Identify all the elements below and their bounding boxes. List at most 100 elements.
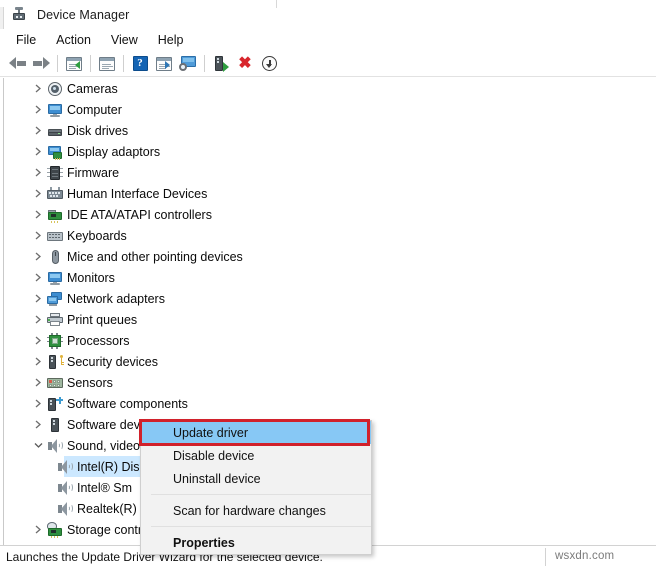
status-bar-divider [545,548,546,566]
chevron-right-icon[interactable] [30,336,46,345]
tree-node-computer[interactable]: Computer [4,99,653,120]
tree-node-monitors[interactable]: Monitors [4,267,653,288]
toolbar: ? ✖ [0,51,656,77]
device-manager-icon [11,6,28,23]
chevron-right-icon[interactable] [30,399,46,408]
chevron-right-icon[interactable] [30,525,46,534]
tree-node-firmware[interactable]: Firmware [4,162,653,183]
back-button[interactable] [5,53,29,75]
context-menu-item-uninstall-device[interactable]: Uninstall device [141,467,371,490]
tree-node-label: Sensors [67,375,113,390]
forward-button[interactable] [29,53,53,75]
tree-node-human-interface-devices[interactable]: Human Interface Devices [4,183,653,204]
tree-node-sensors[interactable]: Sensors [4,372,653,393]
chevron-right-icon[interactable] [30,105,46,114]
chevron-right-icon[interactable] [30,126,46,135]
chevron-right-icon[interactable] [30,210,46,219]
download-circle-icon [261,56,277,71]
chevron-right-icon[interactable] [30,378,46,387]
tree-node-label: Computer [67,102,122,117]
tree-node-label: IDE ATA/ATAPI controllers [67,207,212,222]
context-menu-item-label: Update driver [173,425,249,440]
processor-icon [46,332,64,349]
tree-node-label: Cameras [67,81,118,96]
chevron-right-icon[interactable] [30,84,46,93]
chevron-right-icon[interactable] [30,189,46,198]
tree-node-security-devices[interactable]: Security devices [4,351,653,372]
sensor-icon [46,375,64,391]
context-menu-item-properties[interactable]: Properties [141,531,371,554]
chevron-right-icon[interactable] [30,315,46,324]
tree-node-disk-drives[interactable]: Disk drives [4,120,653,141]
context-menu-item-scan-for-hardware-changes[interactable]: Scan for hardware changes [141,499,371,522]
tree-node-ide-ata-atapi-controllers[interactable]: IDE ATA/ATAPI controllers [4,204,653,225]
tree-node-label: Disk drives [67,123,129,138]
menu-help[interactable]: Help [148,31,194,50]
disk-drive-icon [46,123,64,139]
ide-controller-icon [46,207,64,223]
uninstall-device-button[interactable]: ✖ [233,53,257,75]
tree-node-processors[interactable]: Processors [4,330,653,351]
tree-node-cameras[interactable]: Cameras [4,78,653,99]
software-component-icon [46,396,64,412]
tree-node-label: Intel® Sm [77,480,133,495]
chevron-right-icon[interactable] [30,420,46,429]
chevron-right-icon[interactable] [30,273,46,282]
context-menu-item-label: Properties [173,535,235,550]
menu-file[interactable]: File [6,31,46,50]
scan-for-hardware-changes-button[interactable] [176,53,200,75]
show-hide-console-tree-button[interactable] [62,53,86,75]
toolbar-separator [57,55,58,72]
chip-icon [46,165,64,181]
tree-node-label: Mice and other pointing devices [67,249,243,264]
tree-node-label: Storage contr [67,522,143,537]
update-driver-icon [214,55,229,72]
storage-controller-icon [46,521,64,538]
update-driver-button[interactable] [209,53,233,75]
toolbar-separator [123,55,124,72]
camera-icon [46,81,64,97]
tree-node-mice-and-other-pointing-devices[interactable]: Mice and other pointing devices [4,246,653,267]
tree-node-display-adaptors[interactable]: Display adaptors [4,141,653,162]
human-interface-icon [46,186,64,202]
device-manager-window: Device Manager File Action View Help ? ✖… [0,0,656,572]
menu-view[interactable]: View [101,31,148,50]
toolbar-separator [90,55,91,72]
context-menu-item-label: Scan for hardware changes [173,503,326,518]
chevron-right-icon[interactable] [30,168,46,177]
keyboard-icon [46,228,64,244]
chevron-right-icon[interactable] [30,357,46,366]
properties-button[interactable] [95,53,119,75]
chevron-right-icon[interactable] [30,252,46,261]
show-hide-action-pane-button[interactable] [152,53,176,75]
network-adapter-icon [46,291,64,307]
context-menu-item-disable-device[interactable]: Disable device [141,444,371,467]
context-menu-item-update-driver[interactable]: Update driver [141,421,371,444]
clipped-bottom-row [0,567,656,572]
speaker-icon [56,480,74,496]
tree-node-label: Processors [67,333,130,348]
chevron-right-icon[interactable] [30,147,46,156]
display-adapter-icon [46,144,64,160]
title-bar: Device Manager [0,0,656,29]
console-tree-icon [66,56,82,71]
scan-monitor-icon [179,56,197,71]
menu-action[interactable]: Action [46,31,101,50]
chevron-right-icon[interactable] [30,231,46,240]
disable-device-button[interactable] [257,53,281,75]
tree-node-label: Network adapters [67,291,165,306]
speaker-icon [46,438,64,454]
speaker-icon [56,459,74,475]
context-menu-item-label: Disable device [173,448,255,463]
chevron-right-icon[interactable] [30,294,46,303]
tree-node-label: Keyboards [67,228,127,243]
tree-node-keyboards[interactable]: Keyboards [4,225,653,246]
tree-node-network-adapters[interactable]: Network adapters [4,288,653,309]
toolbar-separator [204,55,205,72]
tree-node-software-components[interactable]: Software components [4,393,653,414]
back-arrow-icon [8,57,26,70]
tree-node-print-queues[interactable]: Print queues [4,309,653,330]
printer-icon [46,312,64,328]
help-button[interactable]: ? [128,53,152,75]
chevron-down-icon[interactable] [30,442,46,449]
